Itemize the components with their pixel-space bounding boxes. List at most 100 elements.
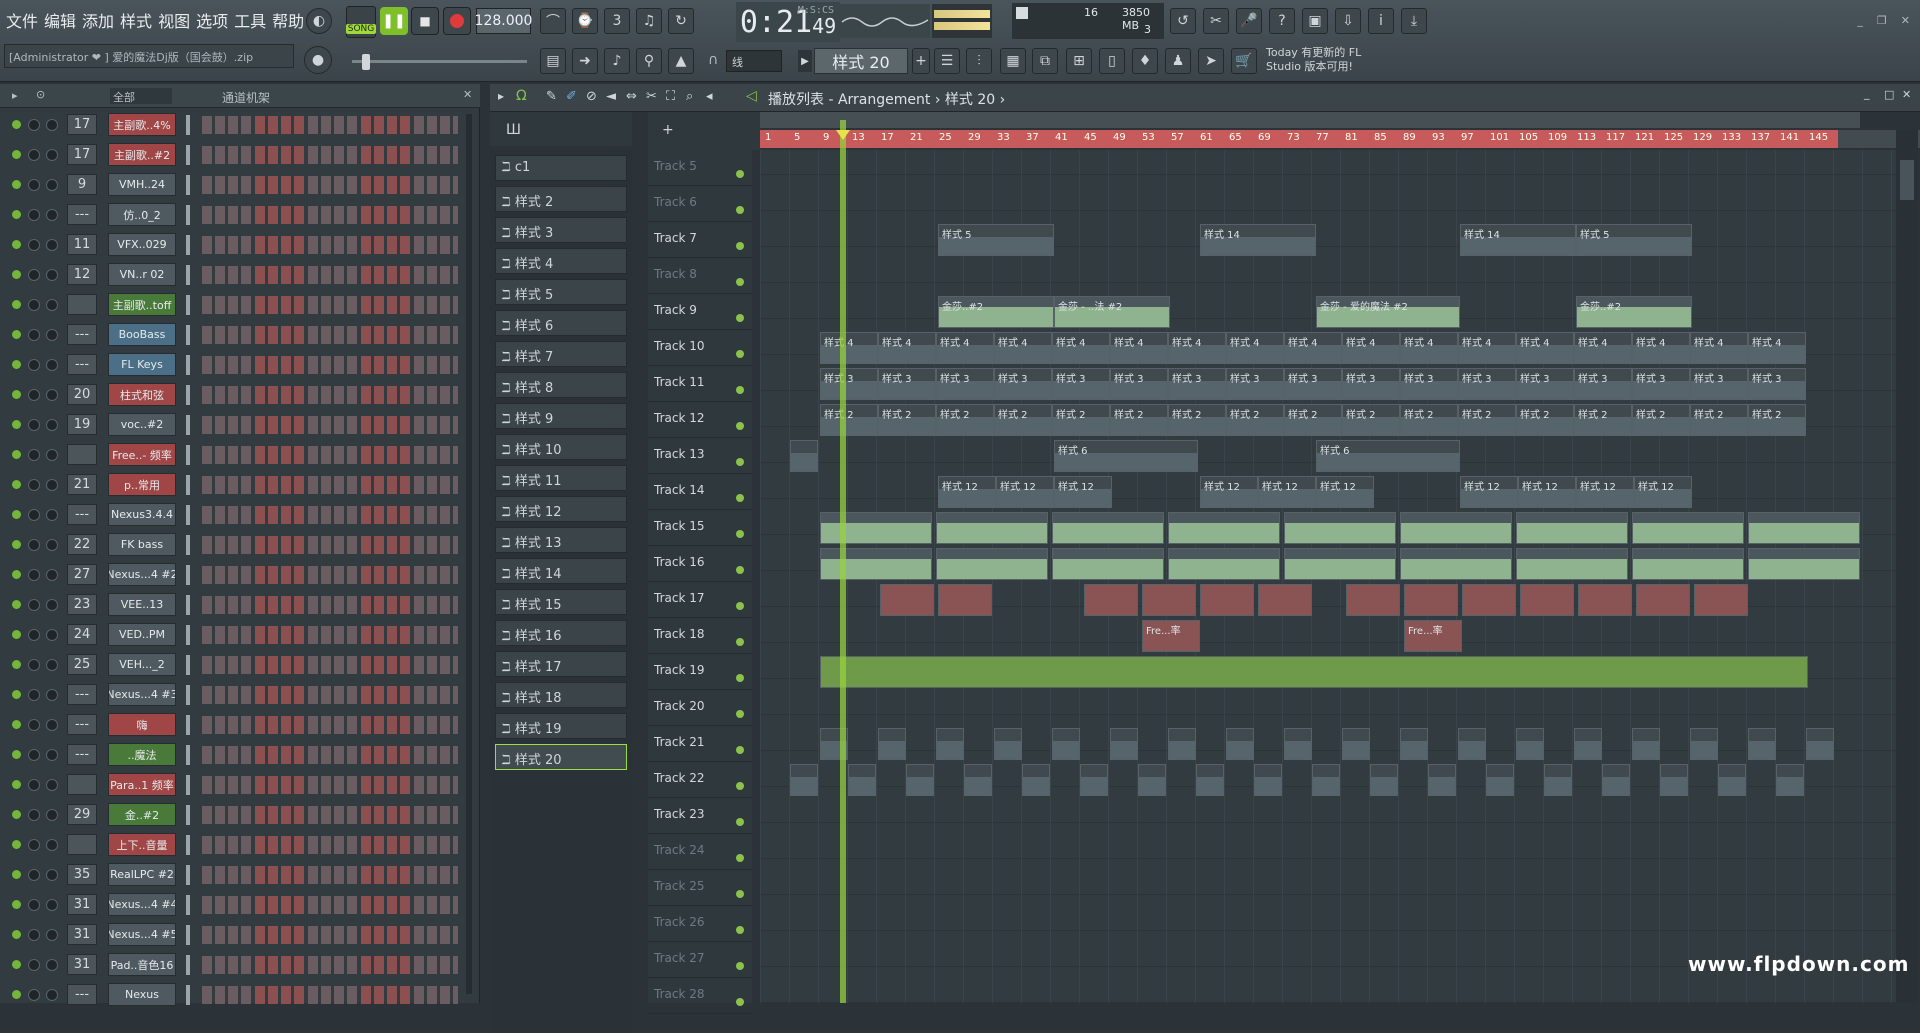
track-header[interactable]: Track 13 (648, 438, 752, 474)
playlist-clip[interactable] (1694, 584, 1748, 616)
playlist-clip[interactable] (1196, 764, 1224, 796)
playlist-clip[interactable]: 样式 3 (1110, 368, 1168, 400)
playlist-clip[interactable] (820, 548, 932, 580)
channel-name-button[interactable]: 主副歌..toff (108, 293, 176, 316)
song-mode-toggle[interactable]: SONG (345, 6, 377, 38)
channel-pan-knob[interactable] (28, 629, 40, 641)
channel-led[interactable] (12, 390, 21, 399)
restore-icon[interactable]: ❐ (1877, 14, 1887, 27)
channel-row[interactable]: 22 FK bass (0, 530, 470, 560)
playlist-clip[interactable]: Fre...率 (1142, 620, 1200, 652)
menu-help[interactable]: 帮助 (272, 8, 304, 32)
channel-volume-knob[interactable] (46, 449, 58, 461)
channel-select[interactable] (186, 235, 190, 255)
channel-mixer-number[interactable]: 12 (67, 264, 97, 285)
playlist-clip[interactable]: 样式 12 (1200, 476, 1258, 508)
channel-pan-knob[interactable] (28, 479, 40, 491)
channel-row[interactable]: 上下..音量 (0, 830, 470, 860)
track-enable-led[interactable] (736, 746, 744, 754)
tempo-display[interactable]: 128.000 (475, 8, 532, 34)
arrangement-grid[interactable]: 样式 5 样式 14 样式 14 样式 5 金莎..#2 金莎 - ..法 #2 金莎 - … (760, 150, 1896, 1003)
playlist-clip[interactable]: 样式 2 (1052, 404, 1110, 436)
channel-volume-knob[interactable] (46, 269, 58, 281)
master-volume-knob[interactable]: ◐ (306, 8, 332, 34)
tool-slip-icon[interactable]: ⇔ (626, 89, 637, 104)
channel-mixer-number[interactable] (67, 834, 97, 855)
channel-name-button[interactable]: Pad..音色16 (108, 953, 176, 976)
playhead[interactable] (840, 120, 846, 1003)
channel-mixer-number[interactable]: 17 (67, 114, 97, 135)
add-track-icon[interactable]: + (662, 122, 674, 138)
channel-row[interactable]: --- 仿..0_2 (0, 200, 470, 230)
step-sequencer[interactable] (202, 746, 458, 764)
playlist-clip[interactable]: 样式 4 (1168, 332, 1226, 364)
track-header[interactable]: Track 25 (648, 870, 752, 906)
playlist-clip[interactable]: 样式 4 (1284, 332, 1342, 364)
step-sequencer[interactable] (202, 476, 458, 494)
channel-mixer-number[interactable]: --- (67, 744, 97, 765)
channel-row[interactable]: 17 主副歌..4% (0, 110, 470, 140)
song-time-display[interactable]: 0:21 49 M:S:CS (736, 2, 840, 42)
playlist-clip[interactable] (1660, 764, 1688, 796)
master-pitch-knob[interactable]: ● (304, 46, 332, 74)
channel-pan-knob[interactable] (28, 779, 40, 791)
share-icon[interactable]: ➤ (1198, 48, 1224, 74)
channel-mixer-number[interactable]: 25 (67, 654, 97, 675)
channel-pan-knob[interactable] (28, 809, 40, 821)
channel-volume-knob[interactable] (46, 299, 58, 311)
playlist-clip[interactable] (790, 764, 818, 796)
channel-volume-knob[interactable] (46, 119, 58, 131)
add-pattern-icon[interactable]: + (912, 48, 930, 74)
channel-pan-knob[interactable] (28, 389, 40, 401)
channel-row[interactable]: --- Nexus...4 #3 (0, 680, 470, 710)
channel-row[interactable]: 23 VEE..13 (0, 590, 470, 620)
track-header[interactable]: Track 7 (648, 222, 752, 258)
track-header[interactable]: Track 23 (648, 798, 752, 834)
tool-zoom-icon[interactable]: ⌕ (686, 89, 693, 104)
playlist-clip[interactable]: 样式 12 (996, 476, 1054, 508)
channel-mixer-number[interactable]: 19 (67, 414, 97, 435)
tree-icon[interactable]: ⊞ (1066, 48, 1092, 74)
channel-name-button[interactable]: Nexus...4 #5 (108, 923, 176, 946)
playlist-clip[interactable] (1022, 764, 1050, 796)
channel-led[interactable] (12, 780, 21, 789)
channel-led[interactable] (12, 570, 21, 579)
playlist-clip[interactable]: Fre...率 (1404, 620, 1462, 652)
channel-volume-knob[interactable] (46, 989, 58, 1001)
step-sequencer[interactable] (202, 836, 458, 854)
channel-led[interactable] (12, 540, 21, 549)
step-sequencer[interactable] (202, 926, 458, 944)
channel-led[interactable] (12, 300, 21, 309)
playlist-clip[interactable] (1632, 548, 1744, 580)
channel-volume-knob[interactable] (46, 779, 58, 791)
master-slider-handle[interactable] (362, 54, 370, 70)
track-enable-led[interactable] (736, 962, 744, 970)
channel-mixer-number[interactable]: 9 (67, 174, 97, 195)
channel-volume-knob[interactable] (46, 749, 58, 761)
step-sequencer[interactable] (202, 356, 458, 374)
playlist-clip[interactable] (1138, 764, 1166, 796)
channel-row[interactable]: --- FL Keys (0, 350, 470, 380)
playlist-clip[interactable]: 样式 4 (1690, 332, 1748, 364)
mixer-icon[interactable]: ☰ (934, 48, 960, 74)
channel-volume-knob[interactable] (46, 869, 58, 881)
channel-pan-knob[interactable] (28, 839, 40, 851)
stop-button[interactable]: ■ (411, 7, 439, 35)
playlist-clip[interactable]: 样式 3 (820, 368, 878, 400)
channel-led[interactable] (12, 630, 21, 639)
channel-name-button[interactable]: VEH..._2 (108, 653, 176, 676)
pattern-selector[interactable]: 样式 20 (814, 48, 908, 74)
playlist-clip[interactable]: 金莎..#2 (1576, 296, 1692, 328)
channel-pan-knob[interactable] (28, 929, 40, 941)
playlist-clip[interactable] (1284, 548, 1396, 580)
playlist-breadcrumb[interactable]: 样式 20 (945, 92, 995, 108)
close-icon[interactable]: ✕ (1901, 14, 1910, 27)
track-enable-led[interactable] (736, 854, 744, 862)
channel-led[interactable] (12, 360, 21, 369)
channel-name-button[interactable]: Nexus...4 #4 (108, 893, 176, 916)
channel-led[interactable] (12, 330, 21, 339)
channel-select[interactable] (186, 475, 190, 495)
playlist-clip[interactable] (1718, 764, 1746, 796)
channel-select[interactable] (186, 835, 190, 855)
playlist-clip[interactable]: 样式 14 (1460, 224, 1576, 256)
